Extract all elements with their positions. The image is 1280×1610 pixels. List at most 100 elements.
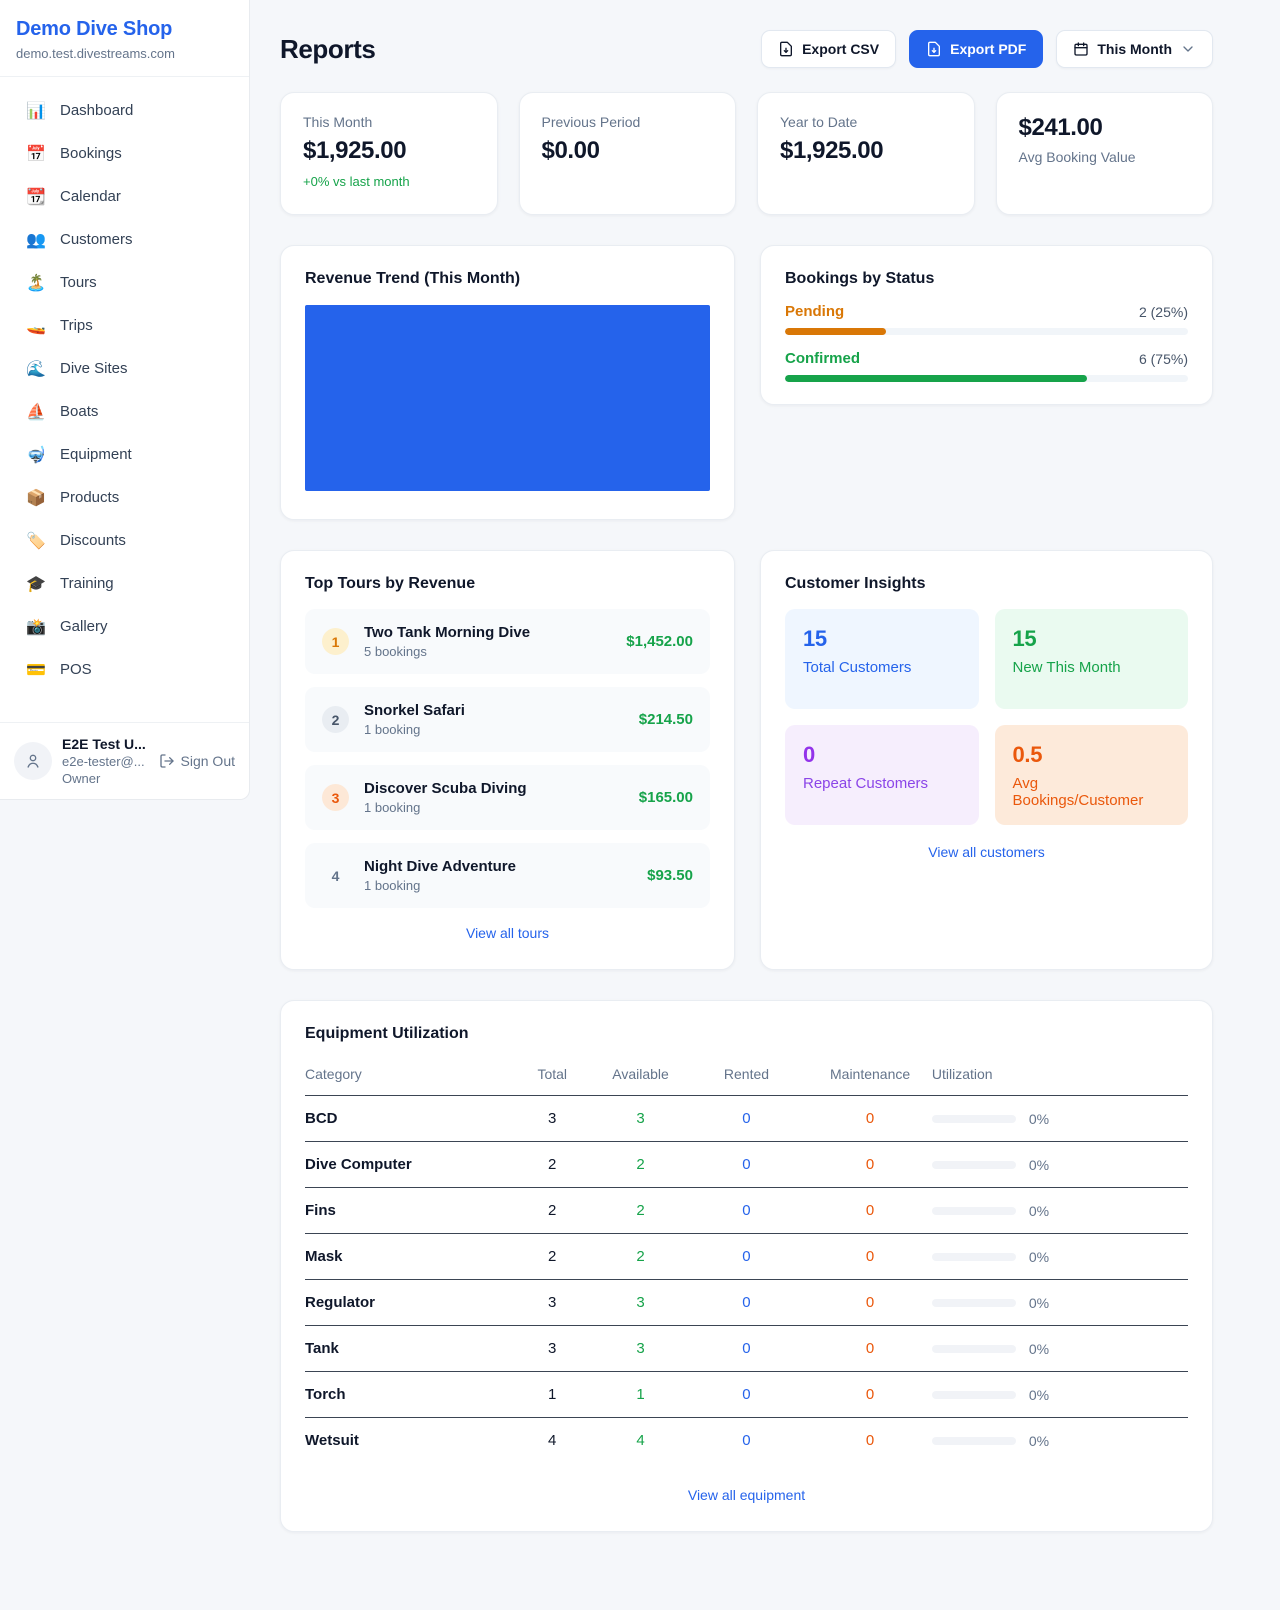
column-header-available: Available bbox=[596, 1056, 684, 1096]
tour-amount: $93.50 bbox=[647, 867, 693, 884]
sidebar-item-training[interactable]: 🎓Training bbox=[8, 562, 241, 605]
status-label: Confirmed bbox=[785, 350, 860, 367]
status-row-pending: Pending 2 (25%) bbox=[785, 303, 1188, 335]
sidebar-item-label: Boats bbox=[60, 403, 98, 420]
sidebar-item-label: POS bbox=[60, 661, 92, 678]
tour-row-night-dive-adventure: 4Night Dive Adventure1 booking$93.50 bbox=[305, 843, 710, 908]
utilization-percent: 0% bbox=[1029, 1203, 1049, 1219]
rank-badge: 4 bbox=[322, 862, 349, 889]
sidebar-item-label: Dive Sites bbox=[60, 360, 128, 377]
status-bar-fill bbox=[785, 328, 886, 335]
sidebar-item-customers[interactable]: 👥Customers bbox=[8, 218, 241, 261]
utilization-bar-track bbox=[932, 1437, 1016, 1445]
file-download-icon bbox=[778, 41, 794, 57]
utilization-percent: 0% bbox=[1029, 1295, 1049, 1311]
stat-label: Year to Date bbox=[780, 114, 952, 130]
insight-label: New This Month bbox=[1013, 659, 1171, 676]
export-pdf-button[interactable]: Export PDF bbox=[909, 30, 1043, 68]
sidebar-item-products[interactable]: 📦Products bbox=[8, 476, 241, 519]
export-csv-button[interactable]: Export CSV bbox=[761, 30, 896, 68]
view-all-equipment-link[interactable]: View all equipment bbox=[305, 1487, 1188, 1503]
brand: Demo Dive Shop demo.test.divestreams.com bbox=[0, 0, 249, 77]
category-cell: Mask bbox=[305, 1234, 508, 1280]
tour-list: 1Two Tank Morning Dive5 bookings$1,452.0… bbox=[305, 609, 710, 908]
available-cell: 3 bbox=[596, 1326, 684, 1372]
sidebar-item-pos[interactable]: 💳POS bbox=[8, 648, 241, 691]
sidebar-item-tours[interactable]: 🏝️Tours bbox=[8, 261, 241, 304]
total-cell: 3 bbox=[508, 1326, 596, 1372]
sidebar-item-boats[interactable]: ⛵ Boats bbox=[8, 390, 241, 433]
sidebar-item-dive-sites[interactable]: 🌊 Dive Sites bbox=[8, 347, 241, 390]
equipment-row-wetsuit: Wetsuit44000% bbox=[305, 1418, 1188, 1464]
customer-insights-title: Customer Insights bbox=[785, 575, 1188, 593]
category-cell: Regulator bbox=[305, 1280, 508, 1326]
maintenance-cell: 0 bbox=[808, 1280, 932, 1326]
sidebar-item-trips[interactable]: 🚤Trips bbox=[8, 304, 241, 347]
utilization-percent: 0% bbox=[1029, 1249, 1049, 1265]
tour-bookings: 1 booking bbox=[364, 878, 632, 893]
insight-label: Total Customers bbox=[803, 659, 961, 676]
insight-label: Repeat Customers bbox=[803, 775, 961, 792]
column-header-rented: Rented bbox=[685, 1056, 809, 1096]
status-row-confirmed: Confirmed 6 (75%) bbox=[785, 350, 1188, 382]
rented-cell: 0 bbox=[685, 1096, 809, 1142]
bookings-by-status-title: Bookings by Status bbox=[785, 270, 1188, 288]
tour-bookings: 5 bookings bbox=[364, 644, 611, 659]
stats-row: This Month $1,925.00 +0% vs last month P… bbox=[280, 92, 1213, 215]
sidebar-item-dashboard[interactable]: 📊Dashboard bbox=[8, 89, 241, 132]
sidebar: Demo Dive Shop demo.test.divestreams.com… bbox=[0, 0, 250, 800]
sidebar-item-gallery[interactable]: 📸Gallery bbox=[8, 605, 241, 648]
utilization-bar-track bbox=[932, 1253, 1016, 1261]
insight-value: 0 bbox=[803, 742, 961, 768]
category-cell: Torch bbox=[305, 1372, 508, 1418]
revenue-trend-card: Revenue Trend (This Month) bbox=[280, 245, 735, 520]
stat-label: Previous Period bbox=[542, 114, 714, 130]
period-select[interactable]: This Month bbox=[1056, 30, 1213, 68]
total-cell: 2 bbox=[508, 1188, 596, 1234]
sidebar-item-calendar[interactable]: 📆Calendar bbox=[8, 175, 241, 218]
file-download-icon bbox=[926, 41, 942, 57]
export-csv-label: Export CSV bbox=[802, 41, 879, 57]
sign-out-button[interactable]: Sign Out bbox=[159, 753, 235, 769]
utilization-cell: 0% bbox=[932, 1418, 1188, 1464]
sidebar-item-label: Dashboard bbox=[60, 102, 133, 119]
status-bar-track bbox=[785, 375, 1188, 382]
view-all-tours-link[interactable]: View all tours bbox=[305, 925, 710, 941]
equipment-utilization-card: Equipment Utilization Category Total Ava… bbox=[280, 1000, 1213, 1532]
view-all-customers-link[interactable]: View all customers bbox=[785, 844, 1188, 860]
equipment-row-bcd: BCD33000% bbox=[305, 1096, 1188, 1142]
total-cell: 2 bbox=[508, 1234, 596, 1280]
rented-cell: 0 bbox=[685, 1280, 809, 1326]
utilization-bar-track bbox=[932, 1207, 1016, 1215]
equipment-utilization-title: Equipment Utilization bbox=[305, 1025, 1188, 1043]
available-cell: 2 bbox=[596, 1142, 684, 1188]
stat-value: $1,925.00 bbox=[780, 137, 952, 165]
tour-row-two-tank-morning-dive: 1Two Tank Morning Dive5 bookings$1,452.0… bbox=[305, 609, 710, 674]
category-cell: Tank bbox=[305, 1326, 508, 1372]
column-header-utilization: Utilization bbox=[932, 1056, 1188, 1096]
rank-badge: 1 bbox=[322, 628, 349, 655]
user-email: e2e-tester@... bbox=[62, 754, 149, 769]
equipment-row-torch: Torch11000% bbox=[305, 1372, 1188, 1418]
stat-card-year-to-date: Year to Date $1,925.00 bbox=[757, 92, 975, 215]
sailboat-icon: ⛵ bbox=[26, 402, 46, 422]
wave-icon: 🌊 bbox=[26, 359, 46, 379]
utilization-cell: 0% bbox=[932, 1188, 1188, 1234]
total-cell: 1 bbox=[508, 1372, 596, 1418]
sidebar-item-equipment[interactable]: 🤿Equipment bbox=[8, 433, 241, 476]
people-icon: 👥 bbox=[26, 230, 46, 250]
sidebar-item-label: Bookings bbox=[60, 145, 122, 162]
sidebar-item-discounts[interactable]: 🏷️Discounts bbox=[8, 519, 241, 562]
brand-title[interactable]: Demo Dive Shop bbox=[16, 18, 233, 41]
sidebar-item-bookings[interactable]: 📅Bookings bbox=[8, 132, 241, 175]
column-header-total: Total bbox=[508, 1056, 596, 1096]
utilization-percent: 0% bbox=[1029, 1157, 1049, 1173]
insight-value: 0.5 bbox=[1013, 742, 1171, 768]
utilization-cell: 0% bbox=[932, 1234, 1188, 1280]
stat-value: $1,925.00 bbox=[303, 137, 475, 165]
stat-card-previous-period: Previous Period $0.00 bbox=[519, 92, 737, 215]
available-cell: 1 bbox=[596, 1372, 684, 1418]
utilization-cell: 0% bbox=[932, 1372, 1188, 1418]
status-count: 2 (25%) bbox=[1139, 304, 1188, 320]
stat-card-this-month: This Month $1,925.00 +0% vs last month bbox=[280, 92, 498, 215]
